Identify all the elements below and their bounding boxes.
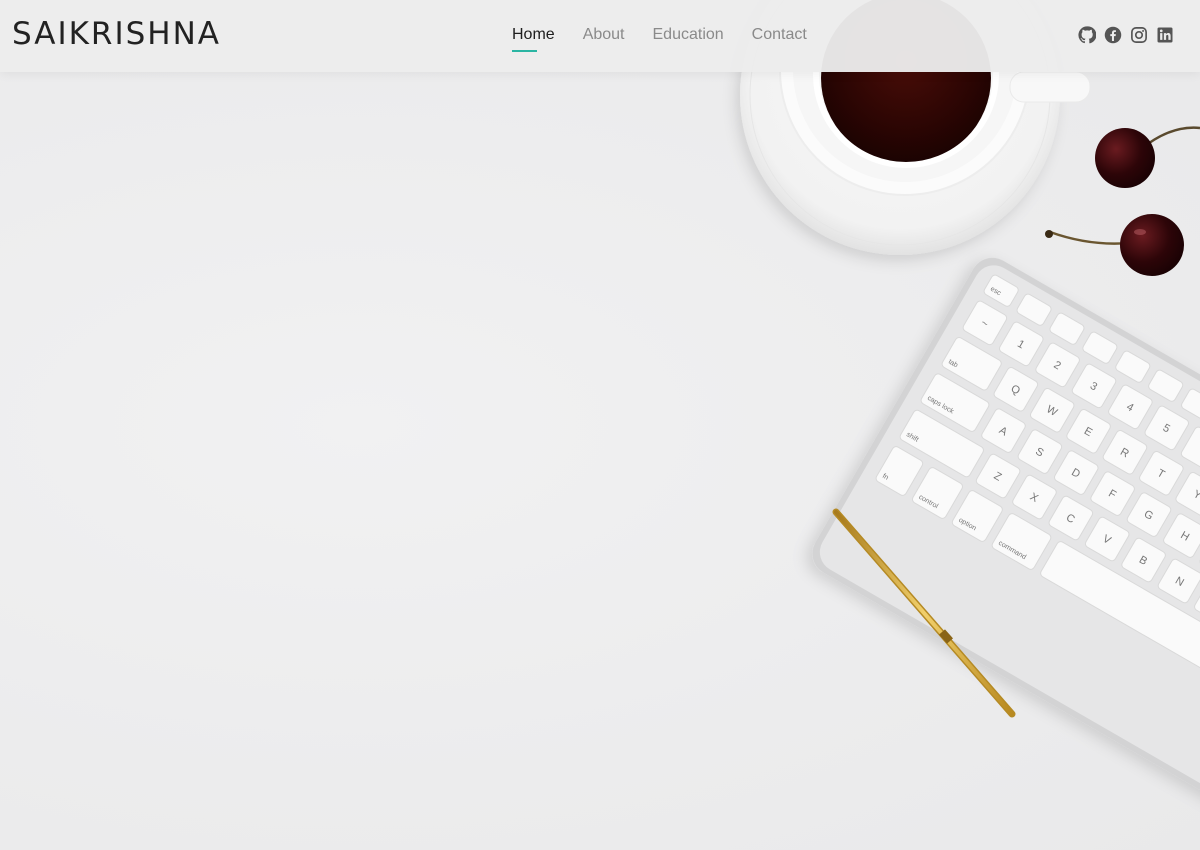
- top-navbar: SAIKRISHNA Home About Education Contact: [0, 0, 1200, 72]
- social-links: [1078, 26, 1182, 44]
- github-icon[interactable]: [1078, 26, 1096, 44]
- nav-about-link[interactable]: About: [583, 26, 625, 50]
- nav-home-link[interactable]: Home: [512, 26, 555, 52]
- cherries: [1045, 126, 1200, 276]
- main-nav: Home About Education Contact: [512, 26, 835, 52]
- facebook-icon[interactable]: [1104, 26, 1122, 44]
- keyboard: esc~123456tabQWERTYUcaps lockASDFGHJshif…: [812, 257, 1200, 814]
- linkedin-icon[interactable]: [1156, 26, 1174, 44]
- nav-education-link[interactable]: Education: [653, 26, 724, 50]
- instagram-icon[interactable]: [1130, 26, 1148, 44]
- hero-background: esc~123456tabQWERTYUcaps lockASDFGHJshif…: [0, 0, 1200, 850]
- nav-contact-link[interactable]: Contact: [752, 26, 807, 50]
- desk-photo: esc~123456tabQWERTYUcaps lockASDFGHJshif…: [740, 0, 1200, 814]
- brand-logo[interactable]: SAIKRISHNA: [12, 16, 221, 52]
